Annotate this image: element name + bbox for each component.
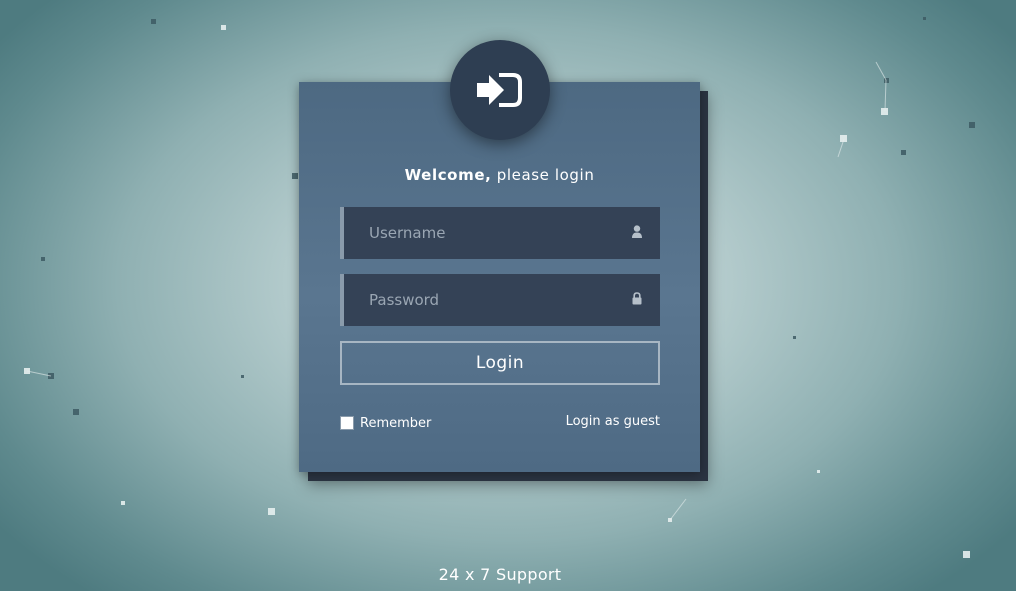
username-input[interactable] [344, 207, 614, 259]
lock-icon [632, 292, 642, 305]
password-input[interactable] [344, 274, 614, 326]
welcome-heading: Welcome, please login [299, 166, 700, 184]
login-avatar [450, 40, 550, 140]
login-as-guest-link[interactable]: Login as guest [520, 414, 660, 429]
remember-option[interactable]: Remember [340, 414, 431, 432]
password-field[interactable] [340, 274, 660, 326]
user-icon [632, 225, 642, 238]
welcome-bold: Welcome, [404, 166, 492, 184]
username-field[interactable] [340, 207, 660, 259]
support-link[interactable]: 24 x 7 Support [380, 565, 620, 584]
login-button[interactable]: Login [340, 341, 660, 385]
welcome-text: please login [491, 166, 595, 184]
remember-label: Remember [360, 415, 432, 431]
remember-checkbox[interactable] [340, 416, 354, 430]
sign-in-icon [477, 73, 522, 107]
